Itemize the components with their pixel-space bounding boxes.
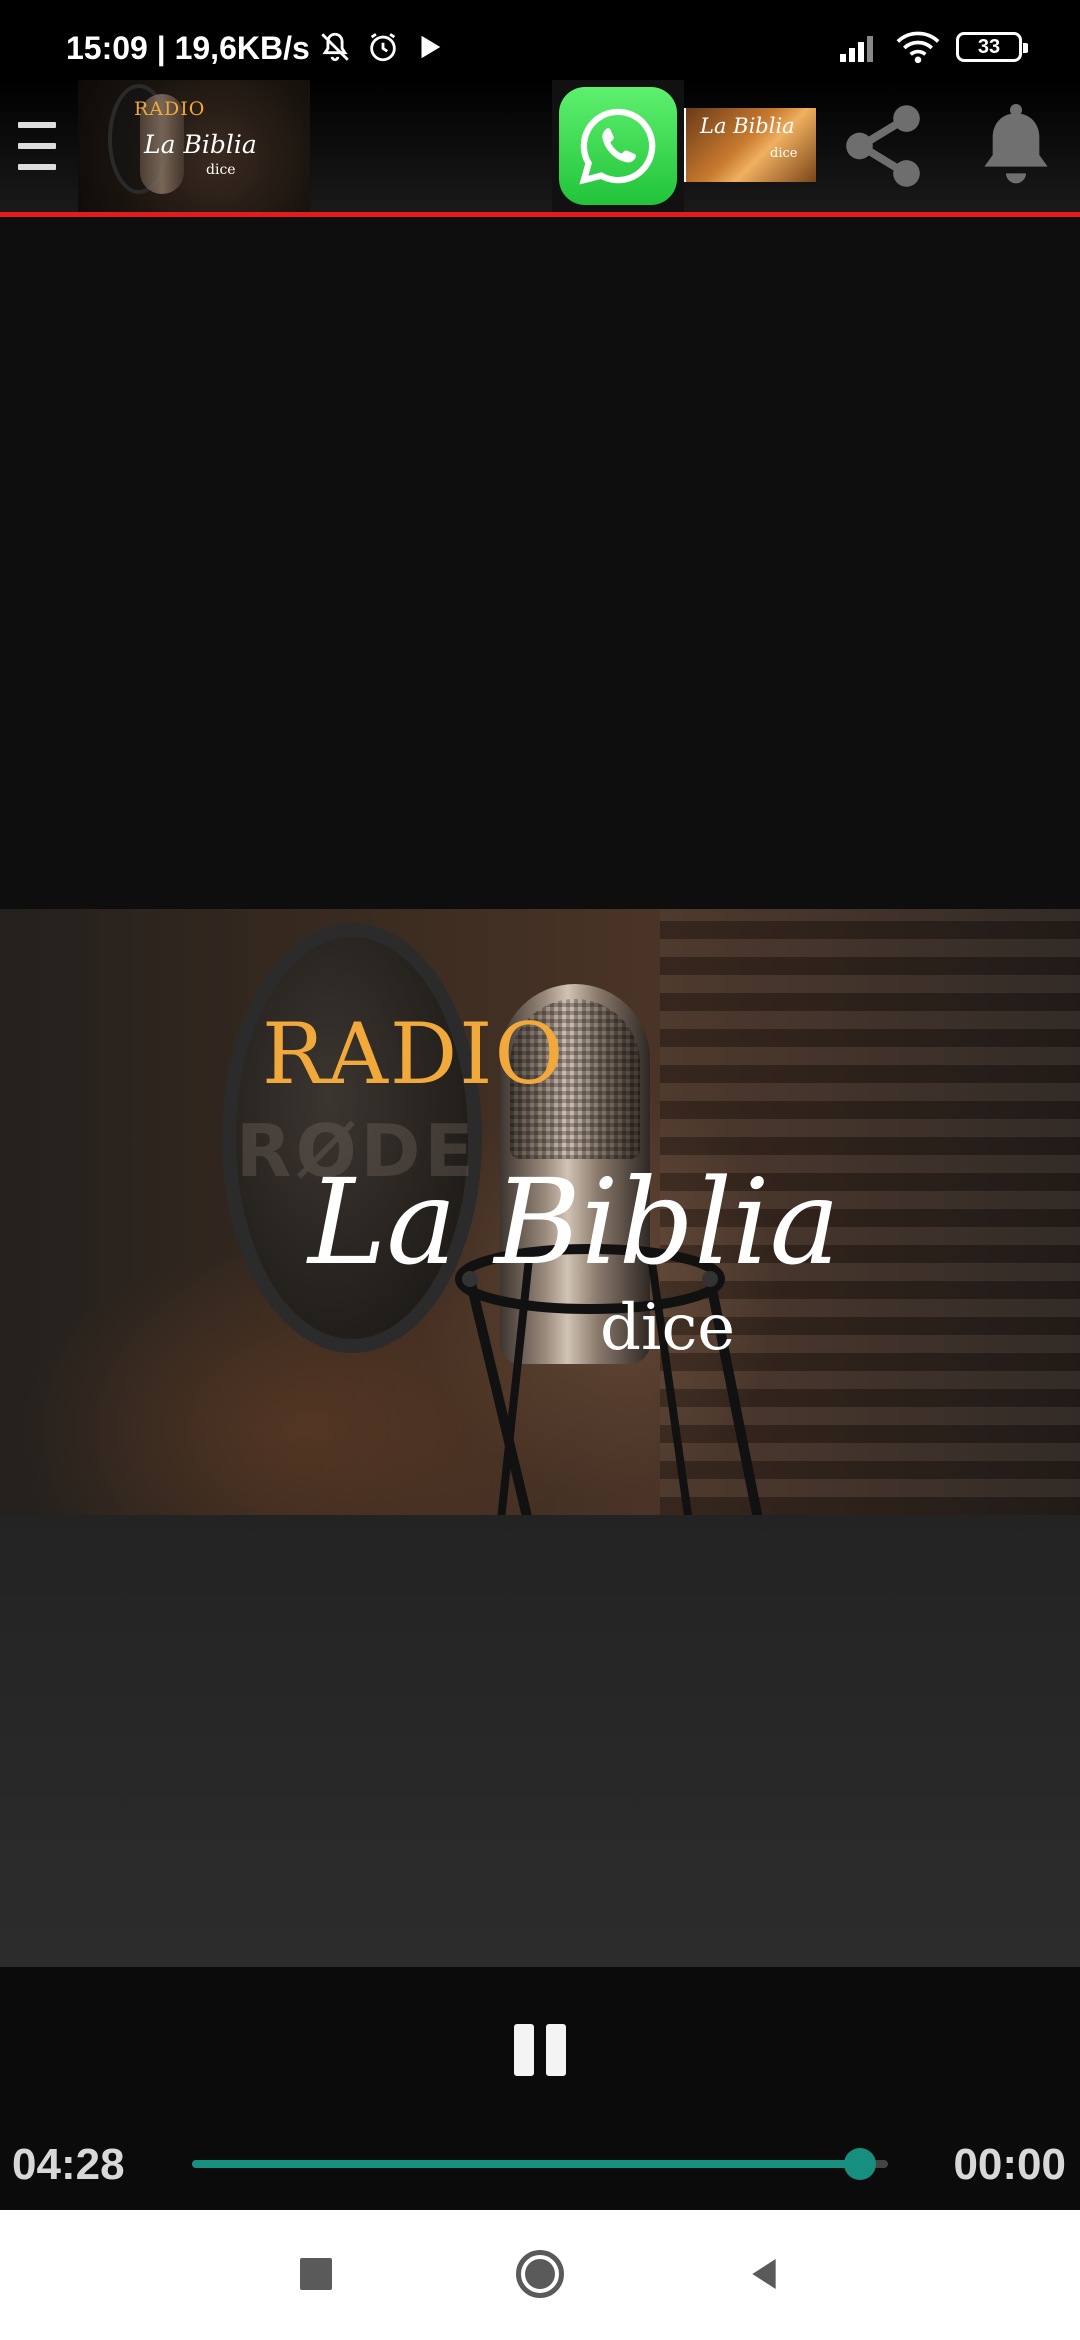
status-bar: 15:09 | 19,6KB/s 33 xyxy=(0,0,1080,78)
logo-radio-text: RADIO xyxy=(134,98,206,120)
hero-sub-text: dice xyxy=(600,1291,736,1365)
status-time: 15:09 xyxy=(66,30,148,66)
back-icon xyxy=(752,2259,776,2289)
app-logo[interactable]: RADIO La Biblia dice xyxy=(78,80,310,212)
remaining-time: 00:00 xyxy=(953,2140,1066,2189)
share-icon xyxy=(846,105,920,187)
biblia-banner-sub: dice xyxy=(770,146,798,161)
menu-button[interactable] xyxy=(14,118,60,174)
biblia-banner[interactable]: La Biblia dice xyxy=(684,108,816,182)
logo-title-text: La Biblia xyxy=(144,130,257,159)
seek-progress xyxy=(192,2160,861,2168)
lower-panel xyxy=(0,1515,1080,1967)
content-area xyxy=(0,217,1080,909)
play-icon xyxy=(421,35,441,59)
seek-bar[interactable] xyxy=(192,2148,888,2180)
hero-radio-text: RADIO xyxy=(262,1005,566,1103)
seek-thumb[interactable] xyxy=(844,2148,877,2180)
whatsapp-icon xyxy=(579,108,656,185)
battery-indicator: 33 xyxy=(956,32,1028,62)
logo-sub-text: dice xyxy=(206,162,236,178)
bell-icon xyxy=(984,104,1048,184)
pause-icon xyxy=(514,2024,534,2076)
pause-button[interactable] xyxy=(514,2024,566,2076)
menu-icon xyxy=(18,122,56,128)
recents-button[interactable] xyxy=(300,2258,332,2290)
back-button[interactable] xyxy=(744,2254,784,2299)
status-speed: 19,6KB/s xyxy=(174,30,310,66)
signal-icon xyxy=(840,36,873,62)
bell-muted-icon xyxy=(321,32,349,62)
biblia-banner-title: La Biblia xyxy=(700,114,795,138)
status-time-speed: 15:09 | 19,6KB/s xyxy=(66,30,310,66)
player-bar xyxy=(0,1967,1080,2210)
notifications-button[interactable] xyxy=(976,100,1056,195)
station-artwork: RØDE RADIO La Biblia dice xyxy=(0,909,1080,1515)
home-button[interactable] xyxy=(516,2250,564,2298)
wifi-icon xyxy=(896,31,940,64)
whatsapp-button[interactable] xyxy=(552,80,684,212)
share-button[interactable] xyxy=(836,98,930,199)
alarm-icon xyxy=(370,33,396,62)
hero-title-text: La Biblia xyxy=(308,1153,841,1291)
elapsed-time: 04:28 xyxy=(12,2140,125,2189)
